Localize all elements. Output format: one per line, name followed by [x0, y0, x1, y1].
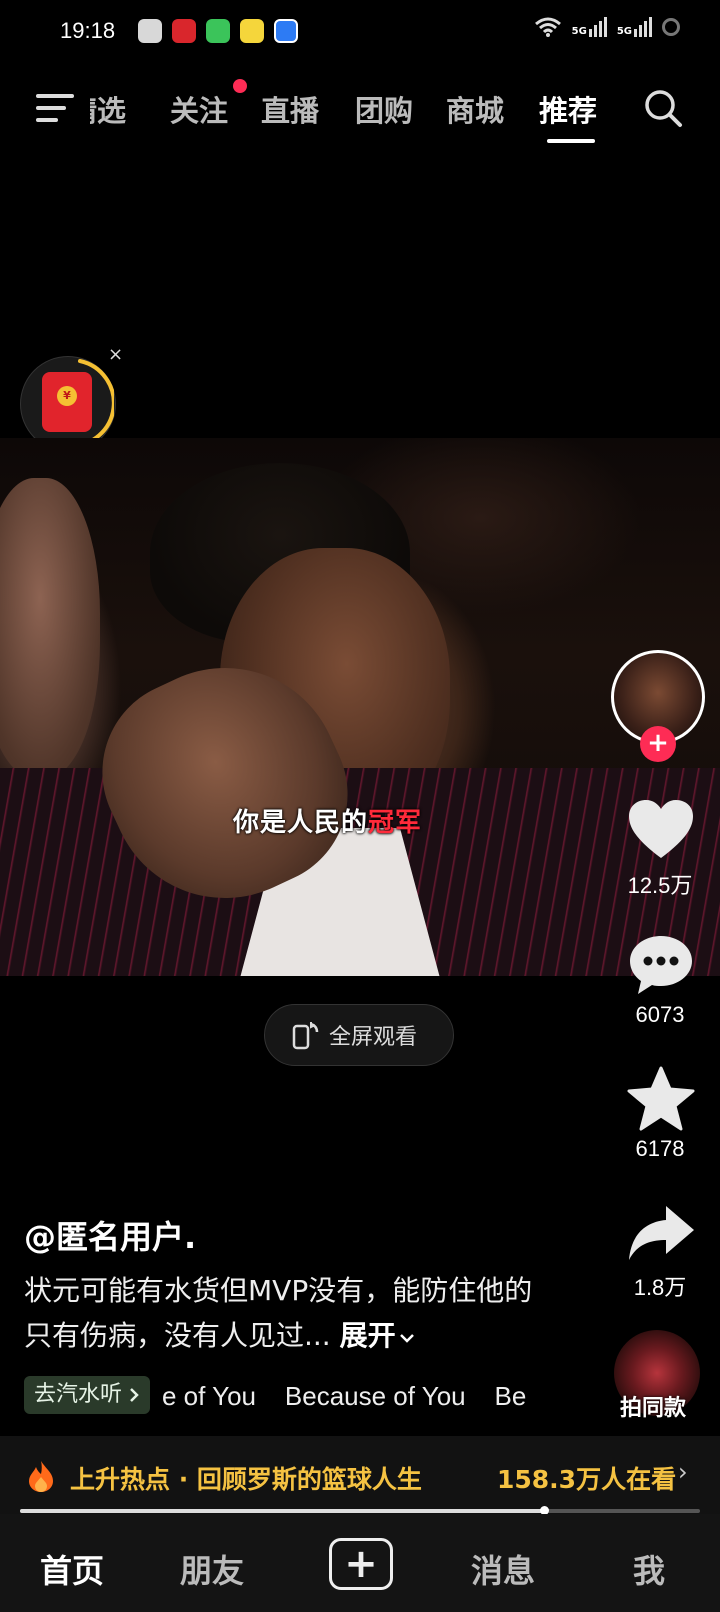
plus-icon: +	[344, 1541, 378, 1587]
video-background-person	[0, 478, 100, 778]
chevron-right-icon: ›	[678, 1458, 688, 1486]
comment-icon[interactable]	[626, 930, 696, 1000]
favorite-star-icon[interactable]	[626, 1064, 696, 1134]
battery-icon	[662, 18, 680, 36]
chevron-down-icon	[399, 1334, 414, 1343]
active-tab-indicator	[547, 139, 595, 143]
chevron-right-icon	[130, 1388, 139, 1402]
subtitle-highlight: 冠军	[368, 808, 423, 838]
notification-app-icon	[172, 19, 196, 43]
status-time: 19:18	[60, 18, 116, 43]
network-label: 5G	[616, 26, 632, 37]
expand-button[interactable]: 展开	[340, 1319, 416, 1352]
tab-following[interactable]: 关注	[170, 88, 228, 130]
tab-group-buy[interactable]: 团购	[355, 88, 413, 130]
signal-icon	[634, 17, 652, 37]
follow-button[interactable]: +	[640, 726, 676, 762]
music-title: e of You Because of You Be	[162, 1381, 527, 1411]
tab-featured[interactable]: 精选	[90, 88, 126, 130]
video-description[interactable]: 状元可能有水货但MVP没有，能防住他的只有伤病，没有人见过... 展开	[24, 1268, 544, 1358]
notification-app-icon	[206, 19, 230, 43]
wifi-icon	[534, 17, 561, 37]
hot-topic-text: 上升热点 · 回顾罗斯的篮球人生	[70, 1465, 422, 1494]
like-count: 12.5万	[627, 873, 693, 898]
music-app-tag[interactable]: 去汽水听	[24, 1376, 151, 1414]
share-icon[interactable]	[626, 1198, 696, 1268]
rotate-screen-icon	[292, 1022, 319, 1050]
close-icon[interactable]: ×	[108, 344, 123, 365]
tab-live[interactable]: 直播	[261, 88, 319, 130]
like-icon[interactable]	[626, 796, 696, 866]
expand-label: 展开	[339, 1319, 396, 1352]
tab-clip: 精选	[90, 80, 130, 140]
search-icon[interactable]	[643, 88, 683, 128]
status-indicators: 5G 5G	[534, 16, 680, 38]
status-bar: 19:18 5G 5G	[0, 0, 720, 62]
notification-dot	[233, 79, 247, 93]
notification-app-icon	[274, 19, 298, 43]
comment-count: 6073	[635, 1002, 685, 1027]
description-text: 状元可能有水货但MVP没有，能防住他的只有伤病，没有人见过...	[24, 1274, 533, 1352]
make-same-label[interactable]: 拍同款	[620, 1390, 686, 1422]
bottom-nav-messages[interactable]: 消息	[471, 1546, 535, 1592]
subtitle-text: 你是人民的	[233, 808, 369, 838]
fullscreen-label: 全屏观看	[329, 1025, 418, 1050]
share-count: 1.8万	[633, 1275, 687, 1300]
tab-recommended[interactable]: 推荐	[539, 88, 597, 130]
create-post-button[interactable]: +	[329, 1538, 393, 1590]
coin-icon: ¥	[57, 386, 77, 406]
music-title-ticker[interactable]: e of You Because of You Be	[162, 1376, 540, 1416]
hot-viewer-count: 158.3万人在看	[497, 1465, 677, 1494]
video-subtitle: 你是人民的冠军	[233, 802, 422, 839]
tab-mall[interactable]: 商城	[446, 88, 504, 130]
favorite-count: 6178	[635, 1136, 685, 1161]
bottom-nav-me[interactable]: 我	[633, 1546, 665, 1592]
bottom-nav-home[interactable]: 首页	[40, 1546, 104, 1592]
menu-icon[interactable]	[36, 92, 76, 124]
playback-progress-bar[interactable]	[20, 1506, 700, 1515]
signal-icon	[588, 17, 607, 37]
author-name[interactable]: @匿名用户.	[24, 1212, 196, 1258]
notification-app-icon	[138, 19, 162, 43]
network-label: 5G	[571, 26, 587, 37]
playback-progress-fill	[20, 1509, 544, 1513]
bottom-nav-friends[interactable]: 朋友	[180, 1546, 244, 1592]
fire-icon	[29, 1461, 53, 1492]
fullscreen-button[interactable]: 全屏观看	[264, 1004, 454, 1066]
music-tag-label: 去汽水听	[34, 1382, 123, 1407]
notification-app-icon	[240, 19, 264, 43]
